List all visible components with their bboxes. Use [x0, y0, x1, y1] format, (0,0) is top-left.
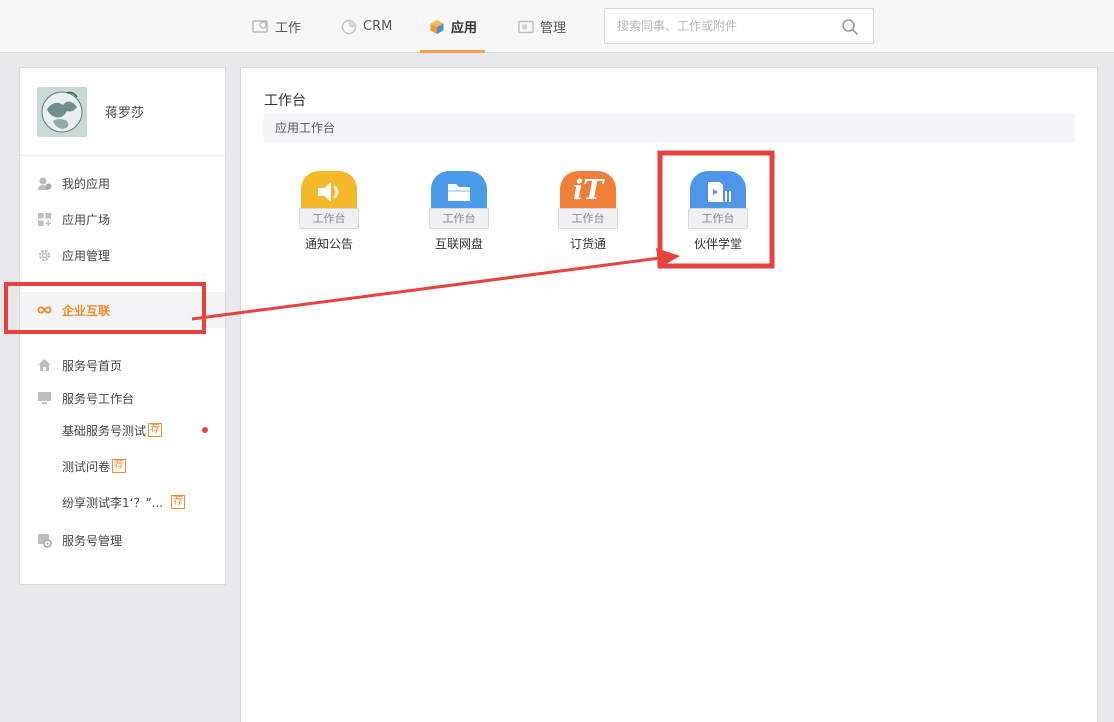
tab-work[interactable]: 工作: [252, 0, 301, 53]
sidebar-subitem-basic-service-test[interactable]: 基础服务号测试 荐: [20, 415, 225, 445]
home-icon: [37, 358, 52, 373]
user-name: 蒋罗莎: [105, 106, 145, 121]
infinity-icon: [37, 303, 52, 318]
subitem-label: 测试问卷: [62, 459, 111, 474]
crm-icon: [340, 18, 357, 35]
search-input[interactable]: [605, 9, 835, 43]
app-notice[interactable]: 工作台 通知公告: [289, 171, 369, 257]
page-title: 工作台: [264, 93, 306, 109]
work-icon: [252, 18, 269, 35]
subitem-label: 纷享测试李1‘？”...: [62, 495, 164, 510]
sidebar-item-label: 服务号管理: [62, 533, 123, 548]
sidebar-item-app-square[interactable]: 应用广场: [20, 201, 225, 237]
sidebar-item-label: 企业互联: [62, 303, 111, 318]
user-profile: 蒋罗莎: [20, 68, 225, 156]
app-name: 通知公告: [304, 237, 353, 251]
manage-icon: [517, 18, 534, 35]
sidebar-item-service-workbench[interactable]: 服务号工作台: [20, 380, 225, 416]
sidebar-subitem-test-survey[interactable]: 测试问卷 荐: [20, 451, 225, 481]
app-tag: 工作台: [558, 208, 618, 229]
sidebar-item-enterprise-interconnect[interactable]: 企业互联: [20, 292, 225, 328]
tab-work-label: 工作: [275, 21, 302, 36]
tab-apps-label: 应用: [451, 21, 478, 36]
recommend-badge: 荐: [171, 495, 186, 509]
my-apps-icon: [37, 176, 52, 191]
sidebar-item-label: 我的应用: [62, 176, 111, 191]
monitor-icon: [37, 391, 52, 406]
speaker-icon: [314, 179, 344, 208]
app-tag: 工作台: [688, 208, 748, 229]
sidebar-item-service-home[interactable]: 服务号首页: [20, 347, 225, 383]
service-manage-icon: [37, 533, 52, 548]
sidebar-item-app-manage[interactable]: 应用管理: [20, 237, 225, 273]
app-ordering[interactable]: iT 工作台 订货通: [548, 171, 628, 257]
tab-crm[interactable]: CRM: [340, 0, 392, 53]
main-panel: 工作台 应用工作台 工作台 通知公告 工作台 互联网盘 iT 工作台 订货通 工…: [240, 67, 1098, 722]
subitem-label: 基础服务号测试: [62, 423, 147, 438]
avatar[interactable]: [37, 86, 87, 137]
sidebar-item-label: 应用广场: [62, 212, 111, 227]
folder-icon: [444, 179, 474, 208]
app-tile: 工作台: [429, 171, 489, 229]
sidebar-item-service-manage[interactable]: 服务号管理: [20, 522, 225, 558]
app-tag: 工作台: [299, 208, 359, 229]
app-partner-academy[interactable]: 工作台 伙伴学堂: [678, 171, 758, 257]
tab-manage[interactable]: 管理: [517, 0, 566, 53]
section-header: 应用工作台: [263, 114, 1075, 142]
top-navigation-bar: 工作 CRM 应用 管理: [0, 0, 1114, 53]
app-cloud-disk[interactable]: 工作台 互联网盘: [419, 171, 499, 257]
app-tile: 工作台: [299, 171, 359, 229]
sidebar-item-label: 应用管理: [62, 248, 111, 263]
sidebar-item-my-apps[interactable]: 我的应用: [20, 165, 225, 201]
video-play-icon: [703, 179, 733, 208]
sidebar-subitem-fxiaoke-test[interactable]: 纷享测试李1‘？”... 荐: [20, 487, 225, 517]
tab-manage-label: 管理: [540, 21, 567, 36]
app-tile: iT 工作台: [558, 171, 618, 229]
app-square-icon: [37, 212, 52, 227]
sidebar-item-label: 服务号首页: [62, 358, 123, 373]
gear-icon: [37, 248, 52, 263]
it-logo-icon: iT: [572, 175, 604, 206]
app-tag: 工作台: [429, 208, 489, 229]
recommend-badge: 荐: [148, 423, 163, 437]
unread-dot: [202, 427, 208, 433]
tab-crm-label: CRM: [363, 19, 393, 34]
sidebar-item-label: 服务号工作台: [62, 391, 135, 406]
app-name: 互联网盘: [434, 237, 483, 251]
app-name: 伙伴学堂: [693, 237, 742, 251]
section-label: 应用工作台: [275, 121, 336, 135]
app-cube-icon: [428, 18, 445, 35]
search-icon[interactable]: [841, 18, 859, 36]
app-tile: 工作台: [688, 171, 748, 229]
tab-apps[interactable]: 应用: [419, 0, 486, 53]
sidebar: 蒋罗莎 我的应用 应用广场 应用管理 企业互联 服务号首页 服务号工作台 基础服…: [19, 67, 226, 585]
app-name: 订货通: [569, 237, 606, 251]
search-box: [604, 8, 874, 44]
recommend-badge: 荐: [112, 459, 127, 473]
